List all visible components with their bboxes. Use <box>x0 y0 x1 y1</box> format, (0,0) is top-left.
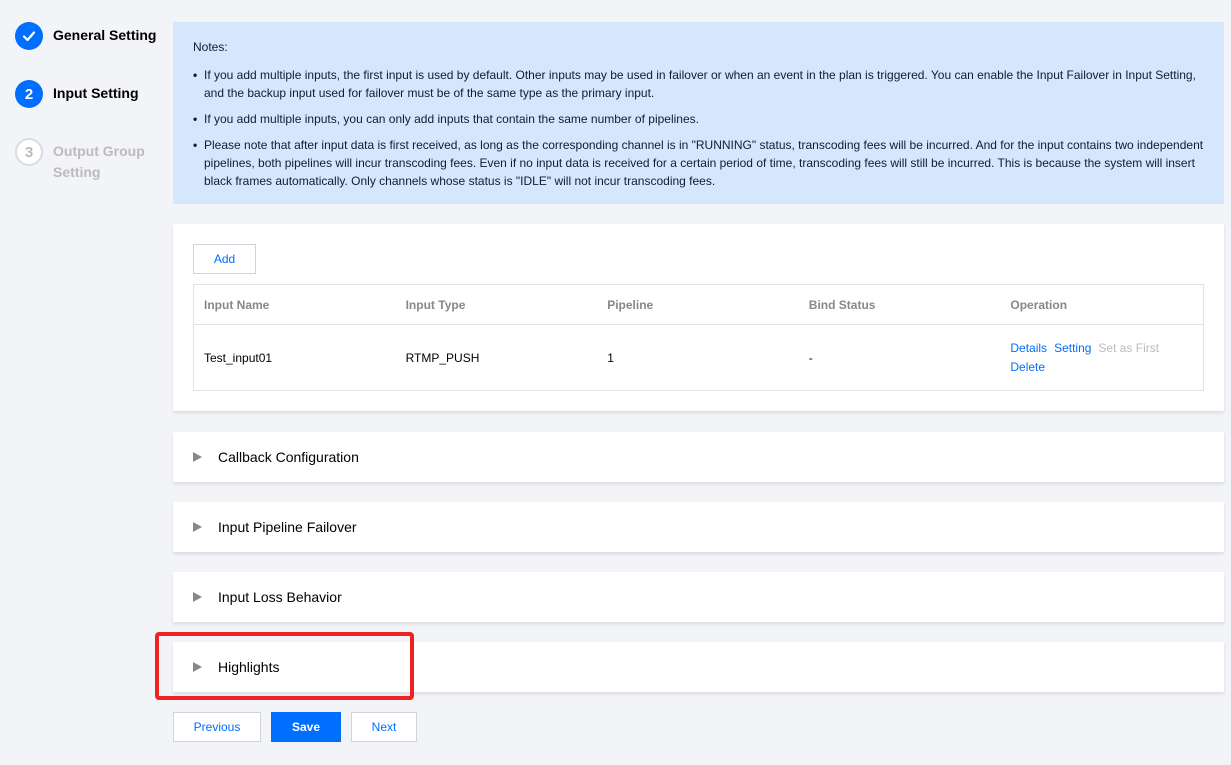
note-item: If you add multiple inputs, the first in… <box>193 66 1204 102</box>
delete-link[interactable]: Delete <box>1010 360 1045 374</box>
caret-right-icon <box>193 452 202 462</box>
cell-operation: Details Setting Set as First Delete <box>1000 339 1203 377</box>
input-pipeline-failover-section[interactable]: Input Pipeline Failover <box>173 502 1224 552</box>
next-button[interactable]: Next <box>351 712 417 742</box>
step-label: Output Group Setting <box>53 143 145 180</box>
column-header-input-name: Input Name <box>204 297 270 312</box>
column-header-operation: Operation <box>1010 297 1068 312</box>
step-label: General Setting <box>53 27 157 43</box>
add-input-button[interactable]: Add <box>193 244 256 274</box>
input-loss-behavior-section[interactable]: Input Loss Behavior <box>173 572 1224 622</box>
caret-right-icon <box>193 662 202 672</box>
save-button[interactable]: Save <box>271 712 341 742</box>
column-header-input-type: Input Type <box>405 297 466 312</box>
cell-pipeline: 1 <box>607 350 614 365</box>
section-title: Callback Configuration <box>218 449 359 465</box>
section-title: Input Loss Behavior <box>218 589 342 605</box>
note-item: If you add multiple inputs, you can only… <box>193 110 1204 128</box>
cell-input-name: Test_input01 <box>204 350 273 365</box>
note-item: Please note that after input data is fir… <box>193 136 1204 190</box>
set-as-first-link: Set as First <box>1098 340 1160 355</box>
table-row: Test_input01 RTMP_PUSH 1 - Details Settin… <box>194 325 1203 390</box>
callback-configuration-section[interactable]: Callback Configuration <box>173 432 1224 482</box>
caret-right-icon <box>193 522 202 532</box>
cell-bind-status: - <box>808 350 813 365</box>
step-output-group-setting[interactable]: 3 Output Group Setting <box>15 138 153 183</box>
step-label: Input Setting <box>53 85 139 101</box>
column-header-bind-status: Bind Status <box>808 297 876 312</box>
caret-right-icon <box>193 592 202 602</box>
details-link[interactable]: Details <box>1010 341 1047 355</box>
table-header: Input Name Input Type Pipeline Bind Stat… <box>194 285 1203 325</box>
step-general-setting[interactable]: General Setting <box>15 22 156 50</box>
column-header-pipeline: Pipeline <box>607 297 654 312</box>
previous-button[interactable]: Previous <box>173 712 261 742</box>
step-number: 3 <box>15 138 43 166</box>
checkmark-icon <box>15 22 43 50</box>
setting-link[interactable]: Setting <box>1054 341 1091 355</box>
step-number: 2 <box>15 80 43 108</box>
inputs-card: Add Input Name Input Type Pipeline Bind … <box>173 224 1224 411</box>
notes-panel: Notes: If you add multiple inputs, the f… <box>173 22 1224 204</box>
section-title: Input Pipeline Failover <box>218 519 357 535</box>
inputs-table: Input Name Input Type Pipeline Bind Stat… <box>193 284 1204 391</box>
section-title: Highlights <box>218 659 280 675</box>
notes-title: Notes: <box>193 40 228 54</box>
step-input-setting[interactable]: 2 Input Setting <box>15 80 139 108</box>
highlights-section[interactable]: Highlights <box>173 642 1224 692</box>
cell-input-type: RTMP_PUSH <box>405 350 480 365</box>
